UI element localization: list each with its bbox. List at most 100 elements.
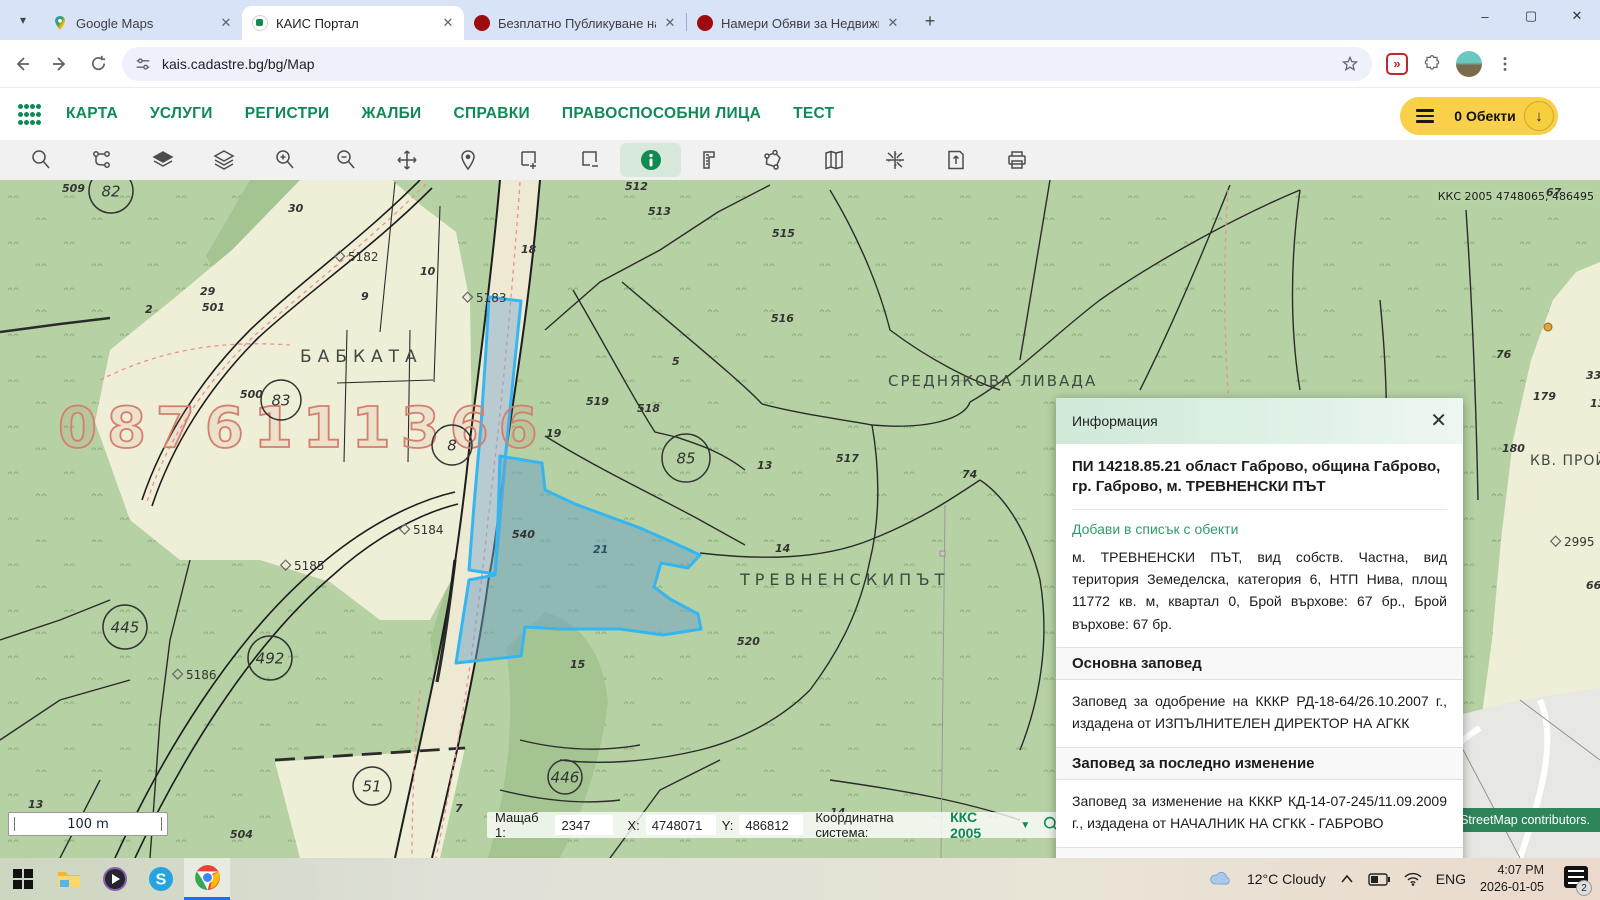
portal-nav-bar: КАРТА УСЛУГИ РЕГИСТРИ ЖАЛБИ СПРАВКИ ПРАВ…: [0, 88, 1600, 140]
pan-tool[interactable]: [376, 142, 437, 178]
select-rect-remove-tool[interactable]: [559, 142, 620, 178]
parcel-number: 74: [962, 468, 977, 481]
section-text-main-order: Заповед за одобрение на КККР РД-18-64/26…: [1072, 690, 1447, 735]
parcel-number: 19: [546, 427, 562, 440]
extensions-puzzle-icon[interactable]: [1422, 54, 1442, 74]
info-panel-close-icon[interactable]: ✕: [1430, 411, 1447, 431]
tab-nameri-obiavi[interactable]: Намери Обяви за Недвижими ✕: [687, 6, 909, 40]
measure-area-tool[interactable]: [742, 142, 803, 178]
circled-parcel-number: 82: [101, 183, 120, 201]
print-tool[interactable]: [986, 142, 1047, 178]
new-tab-button[interactable]: +: [917, 8, 943, 34]
media-player-icon[interactable]: [92, 858, 138, 900]
menu-zhalbi[interactable]: ЖАЛБИ: [361, 105, 421, 123]
menu-pravosposobni-lica[interactable]: ПРАВОСПОСОБНИ ЛИЦА: [562, 105, 761, 123]
wifi-icon[interactable]: [1404, 872, 1422, 886]
menu-spravki[interactable]: СПРАВКИ: [454, 105, 530, 123]
search-tool[interactable]: [10, 142, 71, 178]
menu-uslugi[interactable]: УСЛУГИ: [150, 105, 213, 123]
menu-test[interactable]: ТЕСТ: [793, 105, 834, 123]
export-tool[interactable]: [925, 142, 986, 178]
scale-input[interactable]: [555, 815, 613, 835]
reload-button[interactable]: [82, 48, 114, 80]
layers-tool[interactable]: [193, 142, 254, 178]
add-to-objects-link[interactable]: Добави в списък с обекти: [1072, 521, 1447, 537]
objects-download-arrow[interactable]: ↓: [1524, 101, 1554, 131]
tab-close-icon[interactable]: ✕: [662, 15, 678, 31]
parcel-number: 9: [361, 290, 369, 303]
battery-icon[interactable]: [1368, 873, 1390, 886]
date-text: 2026-01-05: [1480, 879, 1544, 896]
y-input[interactable]: [739, 815, 803, 835]
google-maps-favicon: [52, 15, 68, 31]
tab-close-icon[interactable]: ✕: [885, 15, 901, 31]
select-rect-add-tool[interactable]: [498, 142, 559, 178]
chrome-icon[interactable]: [184, 858, 230, 900]
bookmark-star-icon[interactable]: [1340, 54, 1360, 74]
menu-karta[interactable]: КАРТА: [66, 105, 118, 123]
clock[interactable]: 4:07 PM 2026-01-05: [1480, 862, 1544, 896]
site-favicon: [474, 15, 490, 31]
parcel-number: 518: [637, 402, 660, 415]
coordinate-grid-tool[interactable]: [864, 142, 925, 178]
tab-google-maps[interactable]: Google Maps ✕: [42, 6, 242, 40]
parcel-number: 18: [521, 243, 537, 256]
survey-point-number: 5185: [294, 559, 325, 573]
address-bar[interactable]: kais.cadastre.bg/bg/Map: [122, 47, 1372, 81]
start-button[interactable]: [0, 858, 46, 900]
file-explorer-icon[interactable]: [46, 858, 92, 900]
objects-list-button[interactable]: 0 Обекти ↓: [1400, 97, 1558, 135]
survey-point-number: 5183: [476, 291, 507, 305]
windows-taskbar: S 12°C Cloudy ENG 4:07 PM: [0, 858, 1600, 900]
x-input[interactable]: [646, 815, 716, 835]
parcel-number: 29: [200, 285, 216, 298]
screen: ▾ Google Maps ✕ КАИС Портал ✕ Безплатно …: [0, 0, 1600, 900]
tab-kais-portal[interactable]: КАИС Портал ✕: [242, 6, 464, 40]
notification-center-icon[interactable]: 2: [1558, 866, 1588, 892]
parcel-number: 517: [836, 452, 859, 465]
locate-tool[interactable]: [437, 142, 498, 178]
apps-grid-icon[interactable]: [12, 97, 46, 131]
site-settings-icon[interactable]: [134, 55, 152, 73]
tab-search-chevron-icon[interactable]: ▾: [10, 7, 36, 33]
back-button[interactable]: [6, 48, 38, 80]
close-button[interactable]: ✕: [1554, 0, 1600, 32]
select-related-tool[interactable]: [71, 142, 132, 178]
survey-point-number: 5186: [186, 668, 217, 682]
place-label: БАБКАТА: [300, 347, 423, 367]
forward-button[interactable]: [44, 48, 76, 80]
crs-dropdown-caret[interactable]: ▼: [1020, 820, 1030, 831]
tab-close-icon[interactable]: ✕: [440, 15, 456, 31]
layers-filled-tool[interactable]: [132, 142, 193, 178]
circled-parcel-number: 83: [271, 392, 290, 410]
crs-value[interactable]: ККС 2005: [950, 809, 1008, 841]
tab-close-icon[interactable]: ✕: [218, 15, 234, 31]
cadastre-map[interactable]: 0876111366 БАБКАТАСРЕДНЯКОВА ЛИВАДАТРЕВН…: [0, 180, 1600, 858]
tray-chevron-icon[interactable]: [1340, 874, 1354, 884]
list-icon: [1416, 106, 1434, 126]
info-tool[interactable]: [620, 143, 681, 177]
extension-icon[interactable]: »: [1386, 53, 1408, 75]
x-label: X:: [627, 818, 639, 833]
weather-text[interactable]: 12°C Cloudy: [1247, 871, 1326, 887]
language-indicator[interactable]: ENG: [1436, 871, 1466, 887]
circled-parcel-number: 492: [256, 650, 285, 668]
measure-length-tool[interactable]: [681, 142, 742, 178]
zoom-in-tool[interactable]: [254, 142, 315, 178]
parcel-number: 500: [240, 388, 263, 401]
menu-registri[interactable]: РЕГИСТРИ: [245, 105, 330, 123]
tab-bezplatno[interactable]: Безплатно Публикуване на Об ✕: [464, 6, 686, 40]
parcel-number: 516: [771, 312, 794, 325]
minimize-button[interactable]: –: [1462, 0, 1508, 32]
parcel-number: 180: [1502, 442, 1525, 455]
skype-icon[interactable]: S: [138, 858, 184, 900]
zoom-out-tool[interactable]: [315, 142, 376, 178]
parcel-description: м. ТРЕВНЕНСКИ ПЪТ, вид собств. Частна, в…: [1072, 546, 1447, 636]
profile-avatar[interactable]: [1456, 51, 1482, 77]
maximize-button[interactable]: ▢: [1508, 0, 1554, 32]
scale-bar: 100 m: [8, 812, 168, 836]
parcel-number: 76: [1496, 348, 1512, 361]
map-legend-tool[interactable]: [803, 142, 864, 178]
section-heading-last-amendment: Заповед за последно изменение: [1056, 747, 1463, 780]
browser-menu-kebab-icon[interactable]: [1496, 55, 1514, 73]
